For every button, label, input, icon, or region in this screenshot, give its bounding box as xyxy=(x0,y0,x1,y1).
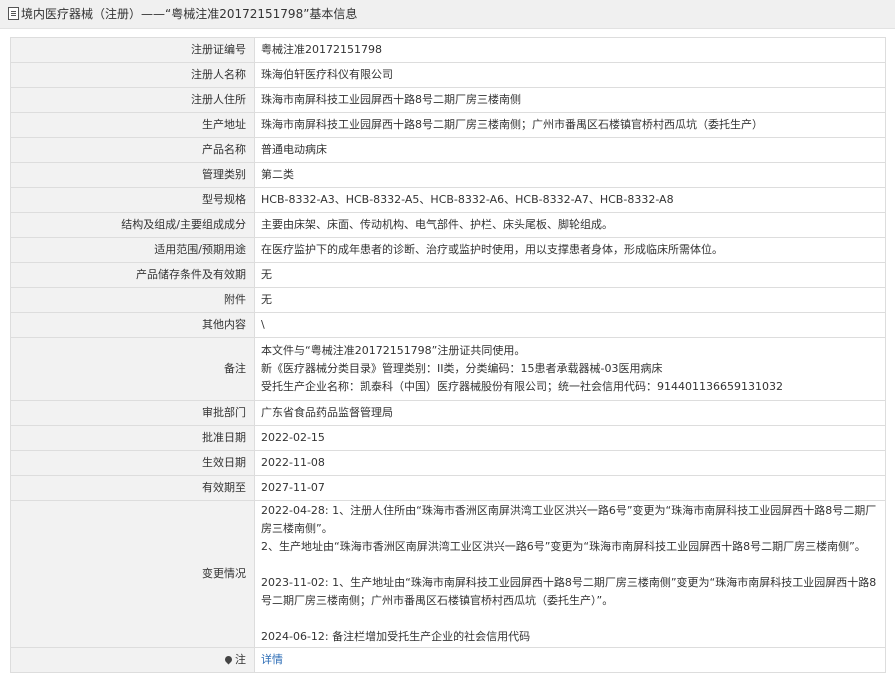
row-label: 注册人住所 xyxy=(10,87,255,113)
row-label: 变更情况 xyxy=(10,500,255,648)
row-value: 2022-02-15 xyxy=(254,425,886,451)
row-value: 2022-11-08 xyxy=(254,450,886,476)
details-link[interactable]: 详情 xyxy=(261,653,283,666)
row-approval-dept: 审批部门 广东省食品药品监督管理局 xyxy=(10,400,886,426)
row-label: 生效日期 xyxy=(10,450,255,476)
page-title: 境内医疗器械（注册）——“粤械注准20172151798”基本信息 xyxy=(21,7,358,21)
row-management-category: 管理类别 第二类 xyxy=(10,162,886,188)
remark-line: 新《医疗器械分类目录》管理类别：II类，分类编码：15患者承载器械-03医用病床 xyxy=(261,362,663,375)
page-title-bar: 境内医疗器械（注册）——“粤械注准20172151798”基本信息 xyxy=(0,0,895,29)
change-spacer xyxy=(261,556,879,574)
change-entry: 2023-11-02: 1、生产地址由“珠海市南屏科技工业园屏西十路8号二期厂房… xyxy=(261,576,877,607)
row-value: 本文件与“粤械注准20172151798”注册证共同使用。 新《医疗器械分类目录… xyxy=(254,337,886,401)
row-remarks: 备注 本文件与“粤械注准20172151798”注册证共同使用。 新《医疗器械分… xyxy=(10,337,886,401)
info-table: 注册证编号 粤械注准20172151798 注册人名称 珠海伯轩医疗科仪有限公司… xyxy=(10,37,886,673)
row-value: 第二类 xyxy=(254,162,886,188)
row-label: 管理类别 xyxy=(10,162,255,188)
row-model-spec: 型号规格 HCB-8332-A3、HCB-8332-A5、HCB-8332-A6… xyxy=(10,187,886,213)
row-effective-date: 生效日期 2022-11-08 xyxy=(10,450,886,476)
row-structure: 结构及组成/主要组成成分 主要由床架、床面、传动机构、电气部件、护栏、床头尾板、… xyxy=(10,212,886,238)
row-value: 普通电动病床 xyxy=(254,137,886,163)
row-note: 注 详情 xyxy=(10,647,886,673)
row-change-history: 变更情况 2022-04-28: 1、注册人住所由“珠海市香洲区南屏洪湾工业区洪… xyxy=(10,500,886,648)
row-registration-number: 注册证编号 粤械注准20172151798 xyxy=(10,37,886,63)
document-icon xyxy=(8,7,19,20)
row-value: 无 xyxy=(254,262,886,288)
change-entry: 2024-06-12: 备注栏增加受托生产企业的社会信用代码 xyxy=(261,630,531,643)
row-registrant-name: 注册人名称 珠海伯轩医疗科仪有限公司 xyxy=(10,62,886,88)
row-value: \ xyxy=(254,312,886,338)
row-value: 详情 xyxy=(254,647,886,673)
row-registrant-address: 注册人住所 珠海市南屏科技工业园屏西十路8号二期厂房三楼南侧 xyxy=(10,87,886,113)
remark-line: 受托生产企业名称：凯泰科（中国）医疗器械股份有限公司；统一社会信用代码：9144… xyxy=(261,380,783,393)
row-label: 结构及组成/主要组成成分 xyxy=(10,212,255,238)
row-value: 珠海伯轩医疗科仪有限公司 xyxy=(254,62,886,88)
row-label: 审批部门 xyxy=(10,400,255,426)
row-value: 2022-04-28: 1、注册人住所由“珠海市香洲区南屏洪湾工业区洪兴一路6号… xyxy=(254,500,886,648)
row-production-address: 生产地址 珠海市南屏科技工业园屏西十路8号二期厂房三楼南侧；广州市番禺区石楼镇官… xyxy=(10,112,886,138)
note-label: 注 xyxy=(235,653,246,666)
row-storage: 产品储存条件及有效期 无 xyxy=(10,262,886,288)
row-value: 在医疗监护下的成年患者的诊断、治疗或监护时使用，用以支撑患者身体，形成临床所需体… xyxy=(254,237,886,263)
change-entry: 2022-04-28: 1、注册人住所由“珠海市香洲区南屏洪湾工业区洪兴一路6号… xyxy=(261,504,877,535)
row-value: 粤械注准20172151798 xyxy=(254,37,886,63)
row-approval-date: 批准日期 2022-02-15 xyxy=(10,425,886,451)
change-entry: 2、生产地址由“珠海市香洲区南屏洪湾工业区洪兴一路6号”变更为“珠海市南屏科技工… xyxy=(261,540,866,553)
row-label: 产品储存条件及有效期 xyxy=(10,262,255,288)
row-value: 珠海市南屏科技工业园屏西十路8号二期厂房三楼南侧；广州市番禺区石楼镇官桥村西瓜坑… xyxy=(254,112,886,138)
row-value: HCB-8332-A3、HCB-8332-A5、HCB-8332-A6、HCB-… xyxy=(254,187,886,213)
change-spacer xyxy=(261,610,879,628)
row-label: 附件 xyxy=(10,287,255,313)
row-product-name: 产品名称 普通电动病床 xyxy=(10,137,886,163)
row-label: 型号规格 xyxy=(10,187,255,213)
row-label: 适用范围/预期用途 xyxy=(10,237,255,263)
row-attachment: 附件 无 xyxy=(10,287,886,313)
row-value: 广东省食品药品监督管理局 xyxy=(254,400,886,426)
row-value: 主要由床架、床面、传动机构、电气部件、护栏、床头尾板、脚轮组成。 xyxy=(254,212,886,238)
row-value: 珠海市南屏科技工业园屏西十路8号二期厂房三楼南侧 xyxy=(254,87,886,113)
row-expiry-date: 有效期至 2027-11-07 xyxy=(10,475,886,501)
row-label: 有效期至 xyxy=(10,475,255,501)
row-label: 注册证编号 xyxy=(10,37,255,63)
row-value: 无 xyxy=(254,287,886,313)
row-label: 产品名称 xyxy=(10,137,255,163)
row-label: 批准日期 xyxy=(10,425,255,451)
row-label: 生产地址 xyxy=(10,112,255,138)
row-intended-use: 适用范围/预期用途 在医疗监护下的成年患者的诊断、治疗或监护时使用，用以支撑患者… xyxy=(10,237,886,263)
remark-line: 本文件与“粤械注准20172151798”注册证共同使用。 xyxy=(261,344,526,357)
row-other-content: 其他内容 \ xyxy=(10,312,886,338)
row-value: 2027-11-07 xyxy=(254,475,886,501)
row-label: 注 xyxy=(10,647,255,673)
row-label: 备注 xyxy=(10,337,255,401)
row-label: 其他内容 xyxy=(10,312,255,338)
row-label: 注册人名称 xyxy=(10,62,255,88)
pin-icon xyxy=(223,654,234,665)
